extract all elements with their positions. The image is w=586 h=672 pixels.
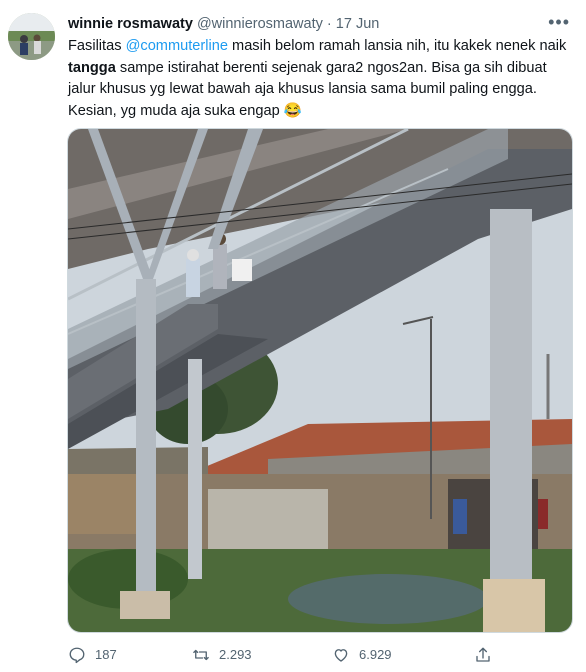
tweet-text-part: masih belom ramah lansia nih, itu kakek … bbox=[227, 38, 567, 54]
tweet[interactable]: winnie rosmawaty @winnierosmawaty · 17 J… bbox=[0, 0, 586, 672]
heart-icon bbox=[334, 649, 348, 662]
like-button[interactable]: 6.929 bbox=[332, 646, 392, 664]
tweet-text-part: Fasilitas bbox=[68, 38, 126, 54]
retweet-button[interactable]: 2.293 bbox=[192, 646, 252, 664]
tweet-photo[interactable] bbox=[67, 128, 573, 633]
tweet-text-part: sampe istirahat berenti sejenak gara2 ng… bbox=[68, 59, 547, 119]
share-icon bbox=[476, 647, 490, 662]
bold-word: tangga bbox=[68, 59, 116, 76]
tweet-header: winnie rosmawaty @winnierosmawaty · 17 J… bbox=[68, 14, 566, 34]
reply-button[interactable]: 187 bbox=[68, 646, 117, 664]
reply-count: 187 bbox=[95, 647, 117, 662]
author-name[interactable]: winnie rosmawaty bbox=[68, 16, 193, 32]
retweet-count: 2.293 bbox=[219, 647, 252, 662]
laughing-emoji: 😂 bbox=[283, 102, 302, 119]
separator-dot: · bbox=[326, 16, 332, 32]
tweet-actions: 187 2.293 6.929 bbox=[68, 646, 568, 668]
share-button[interactable] bbox=[474, 646, 492, 664]
reply-icon bbox=[69, 647, 85, 664]
tweet-text: Fasilitas @commuterline masih belom rama… bbox=[68, 36, 568, 122]
tweet-date[interactable]: 17 Jun bbox=[336, 16, 380, 32]
retweet-icon bbox=[193, 649, 209, 661]
mention-link[interactable]: @commuterline bbox=[126, 38, 228, 54]
photo-illustration bbox=[68, 129, 572, 632]
like-count: 6.929 bbox=[359, 647, 392, 662]
avatar[interactable] bbox=[8, 13, 55, 60]
more-icon[interactable]: ••• bbox=[548, 12, 570, 32]
author-handle[interactable]: @winnierosmawaty bbox=[197, 16, 323, 32]
